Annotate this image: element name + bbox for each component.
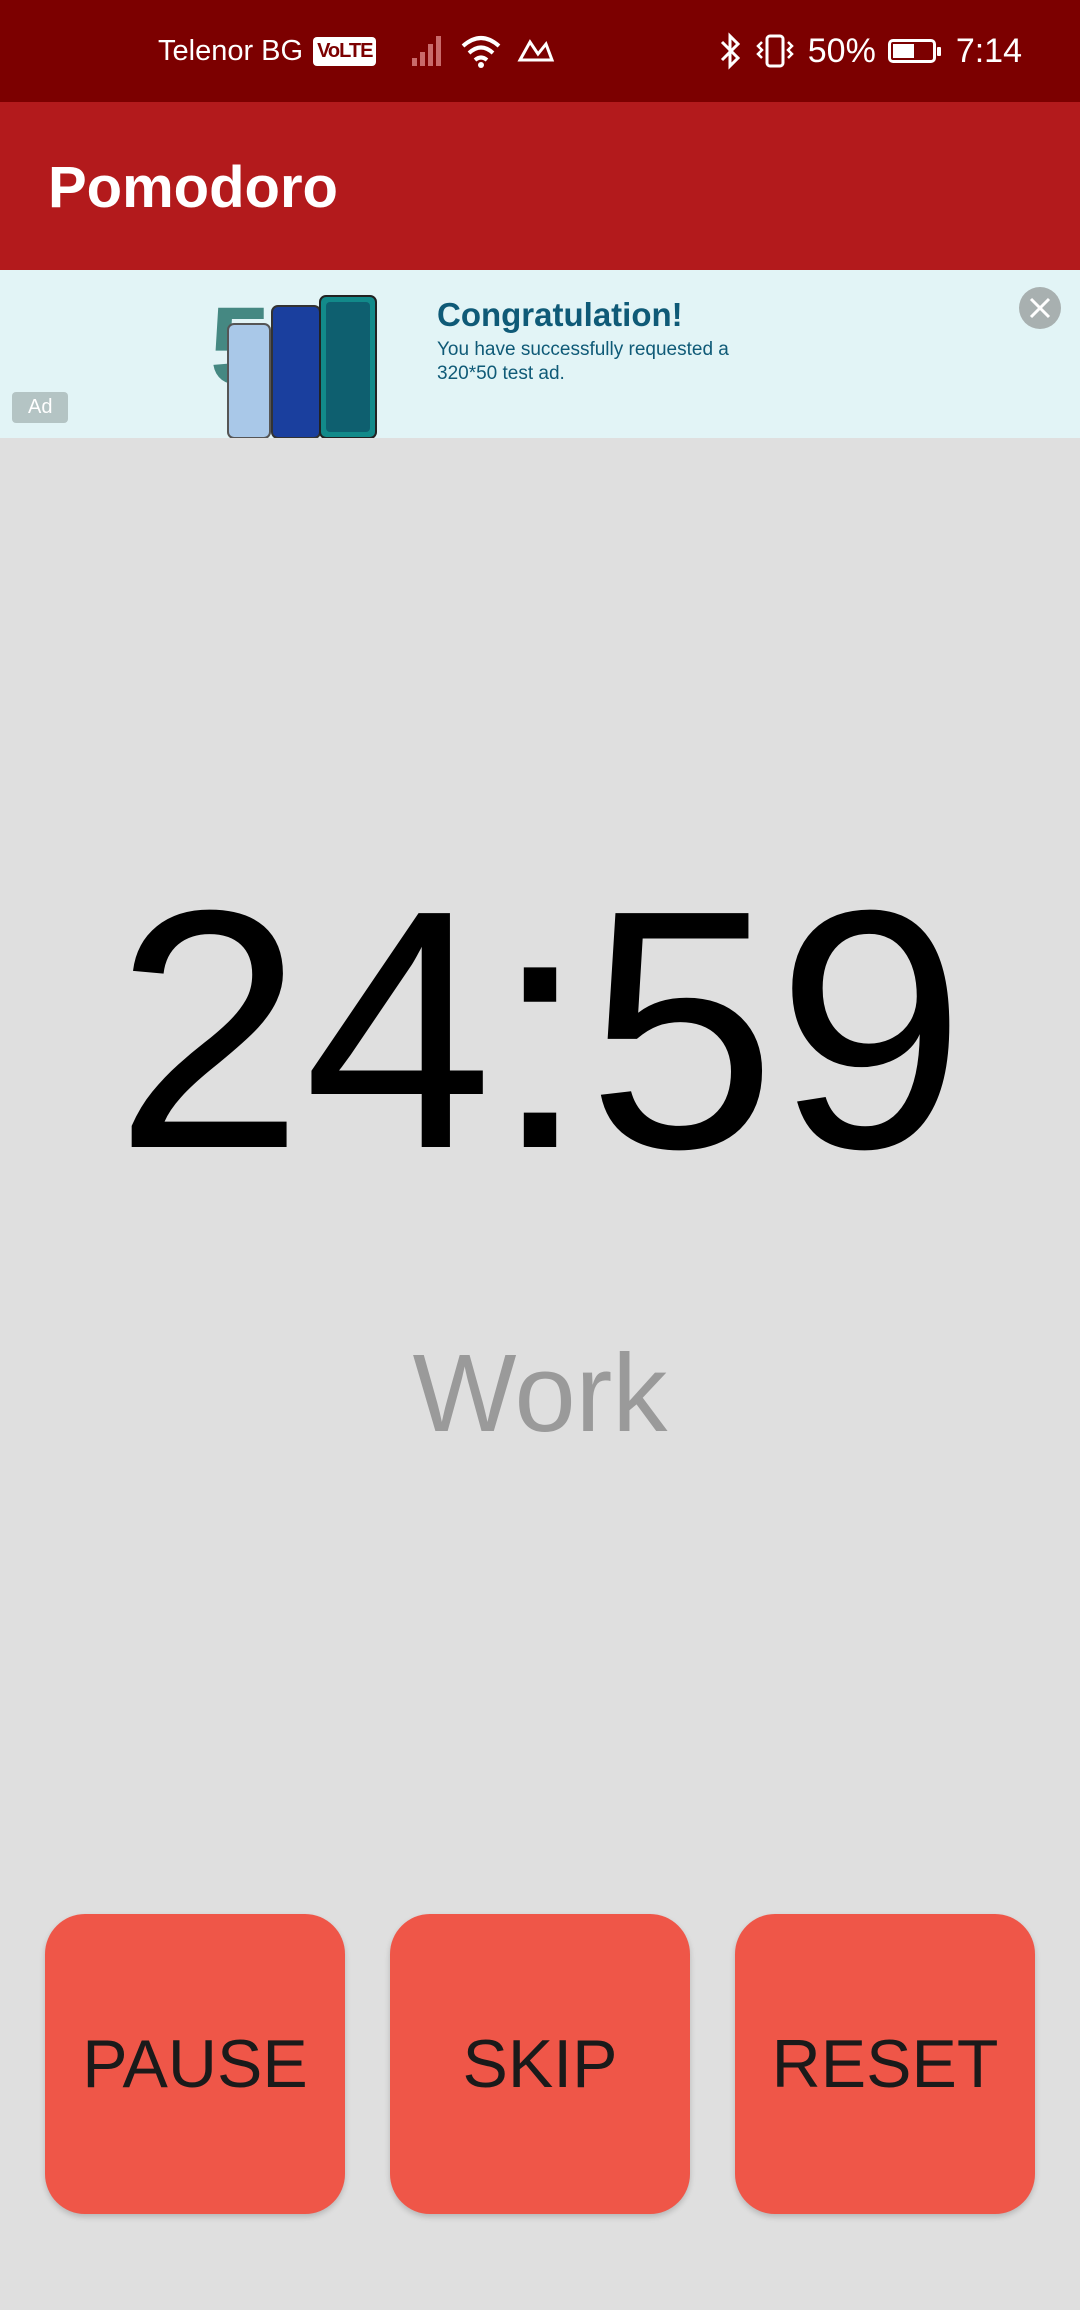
ad-close-button[interactable] [1019, 287, 1061, 329]
ad-phones-image: 5G [210, 285, 377, 438]
ad-title: Congratulation! [437, 296, 683, 333]
app-title: Pomodoro [48, 155, 338, 220]
close-icon [1029, 297, 1051, 319]
carrier-name: Telenor BG [158, 34, 304, 67]
status-left: Telenor BG VoLTE [158, 0, 556, 102]
ad-text: You have successfully requested a 320*50… [437, 339, 729, 384]
volte-badge: VoLTE [313, 36, 377, 66]
wifi-icon [462, 36, 501, 68]
reset-button[interactable]: RESET [735, 1914, 1035, 2214]
nfc-icon [517, 39, 555, 62]
timer-display: 24:59 [114, 840, 966, 1220]
status-icons-left [410, 34, 556, 68]
status-right: 50% 7:14 [718, 0, 1022, 102]
signal-icon [412, 36, 442, 66]
skip-button[interactable]: SKIP [390, 1914, 690, 2214]
battery-percent: 50% [807, 31, 876, 70]
pause-button[interactable]: PAUSE [45, 1914, 345, 2214]
vibrate-icon [755, 34, 794, 68]
battery-icon [887, 39, 941, 63]
ad-label: Ad [12, 392, 69, 423]
clock: 7:14 [955, 31, 1022, 70]
status-bar: Telenor BG VoLTE 50% 7:14 [0, 0, 1080, 102]
ad-banner[interactable]: 5G Congratulation! You have successfully… [0, 270, 1080, 438]
mode-label: Work [412, 1332, 668, 1455]
app-bar: Pomodoro [0, 102, 1080, 270]
bluetooth-icon [720, 32, 740, 70]
